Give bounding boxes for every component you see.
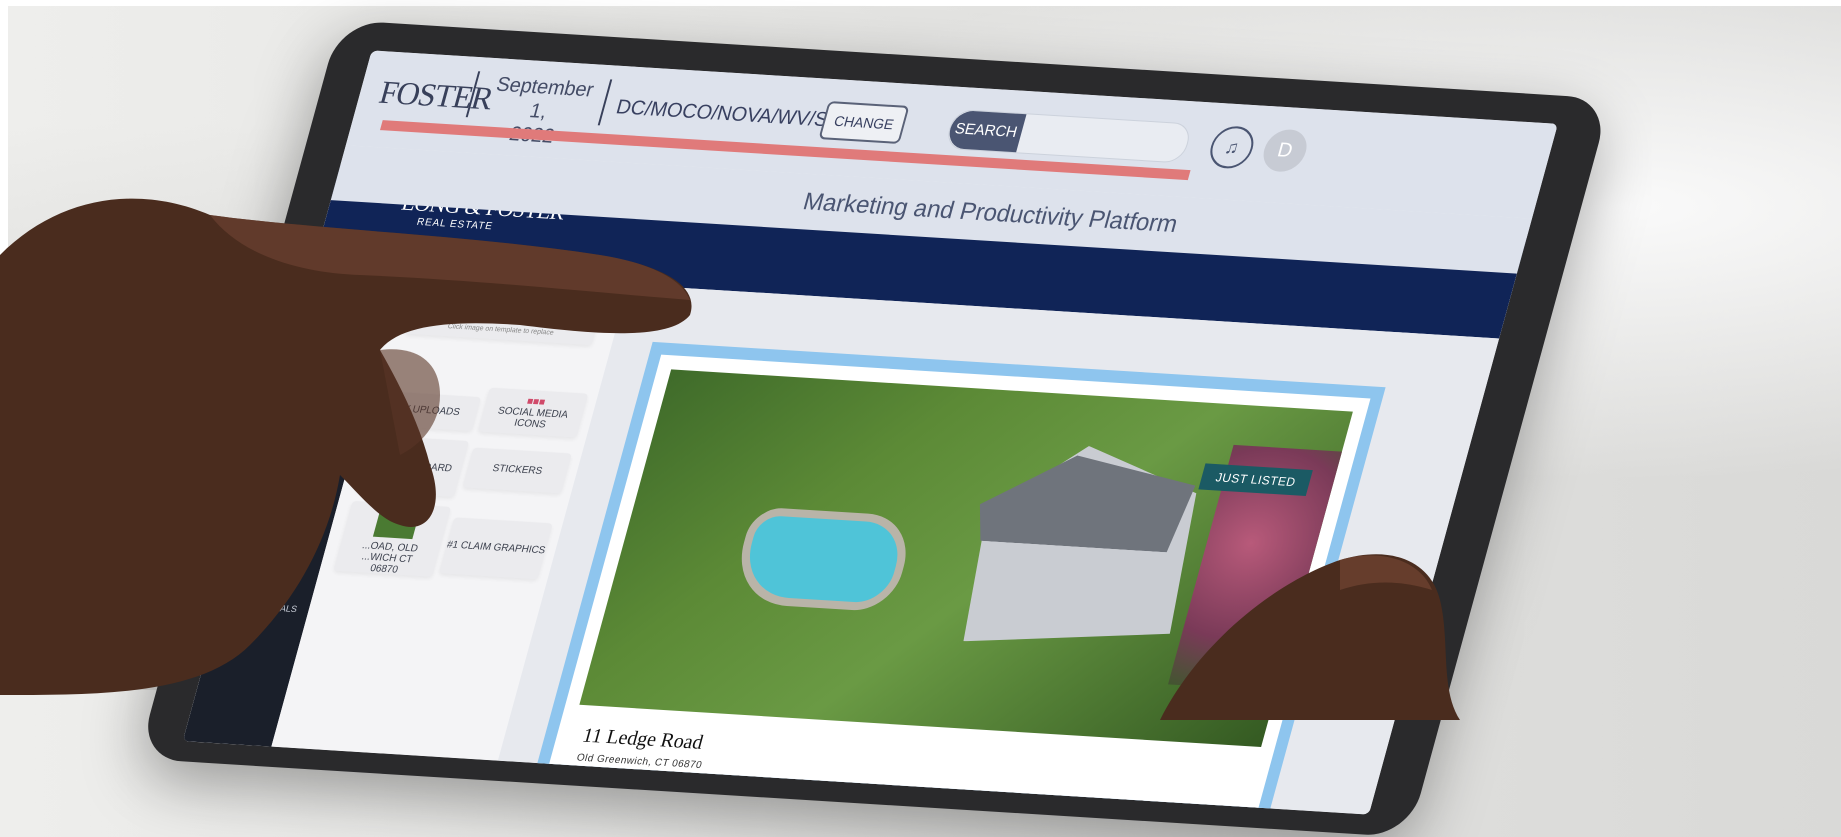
tablet-device: FOSTER September 1, 2022 DC/MOCO/NOVA/WV…	[137, 20, 1611, 837]
quote-icon: ❝	[262, 576, 278, 598]
property-photo-tile[interactable]: ...OAD, OLD ...WICH CT 06870	[333, 500, 452, 577]
image-border-top	[0, 0, 1841, 6]
search-field[interactable]: SEARCH	[943, 108, 1194, 164]
upload-image-tile[interactable]: ⊕ Upload Image Click image on template t…	[404, 283, 606, 346]
pool	[727, 506, 918, 613]
sidebar-item-label: IMAGES	[326, 305, 364, 318]
date-line-1: September 1,	[493, 73, 597, 123]
design-canvas: JUST LISTED 11 Ledge Road Old Greenwich,…	[497, 284, 1500, 815]
bell-icon[interactable]: ♫	[1205, 125, 1259, 170]
claim-graphics-tile[interactable]: #1 CLAIM GRAPHICS	[439, 517, 553, 580]
listing-address[interactable]: 11 Ledge Road	[580, 724, 706, 754]
search-button[interactable]: SEARCH	[945, 109, 1027, 153]
image-border-left	[0, 0, 8, 690]
change-market-button[interactable]: CHANGE	[818, 101, 910, 144]
avatar[interactable]: D	[1258, 128, 1312, 173]
property-thumbnail	[372, 506, 421, 540]
listing-template[interactable]: JUST LISTED 11 Ledge Road Old Greenwich,…	[531, 341, 1386, 815]
new-standard-shapes-tile[interactable]: ◯ NEW STANDARD SHAPES	[355, 435, 470, 498]
tile-label: SOCIAL MEDIA ICONS	[496, 405, 570, 431]
image-icon: ▣	[339, 281, 362, 303]
foster-logo[interactable]: FOSTER	[375, 74, 497, 118]
sidebar-item-property-search[interactable]: ⌂ PROPERTY SEARCH	[264, 385, 369, 450]
just-listed-badge[interactable]: JUST LISTED	[1198, 463, 1313, 497]
sidebar-item-testimonials[interactable]: ❝ TESTIMONIALS	[217, 564, 319, 619]
tablet-screen: FOSTER September 1, 2022 DC/MOCO/NOVA/WV…	[182, 50, 1558, 815]
sidebar-item-label: TESTIMONIALS	[230, 600, 299, 615]
stickers-tile[interactable]: STICKERS	[462, 447, 572, 494]
home-icon: ⌂	[311, 397, 328, 418]
my-uploads-tile[interactable]: MY UPLOADS	[373, 391, 482, 432]
template-inner: JUST LISTED 11 Ledge Road Old Greenwich,…	[546, 354, 1371, 815]
listing-city[interactable]: Old Greenwich, CT 06870	[575, 752, 703, 771]
sidebar-item-label: PROPERTY SEARCH	[268, 419, 359, 436]
tile-label: NEW STANDARD SHAPES	[371, 458, 454, 485]
social-media-icons-tile[interactable]: ■■■ SOCIAL MEDIA ICONS	[477, 387, 589, 438]
property-photo[interactable]: JUST LISTED	[579, 369, 1353, 748]
roof	[970, 450, 1201, 553]
